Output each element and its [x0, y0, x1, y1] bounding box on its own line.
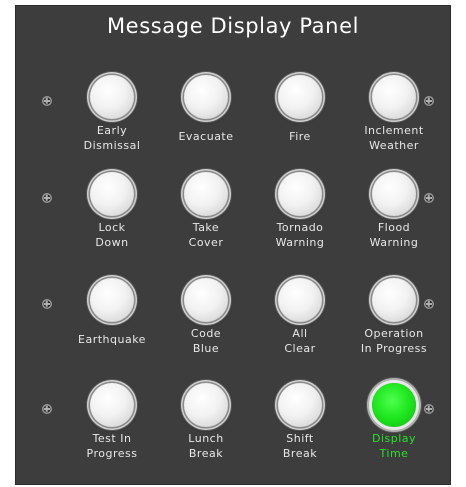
- inclement-weather-label-line: Weather: [369, 139, 419, 152]
- all-clear-label: All Clear: [250, 326, 350, 356]
- fire-label-line: Fire: [289, 130, 311, 143]
- lock-down-button[interactable]: [90, 172, 134, 216]
- test-in-progress-label-line: Progress: [86, 447, 138, 460]
- test-in-progress-label-line: Test In: [92, 432, 132, 445]
- message-cell-earthquake: Earthquake: [62, 278, 162, 378]
- shift-break-label-line: Break: [282, 447, 318, 460]
- all-clear-label-line: Clear: [284, 342, 316, 355]
- earthquake-label: Earthquake: [62, 332, 162, 347]
- message-cell-code-blue: Code Blue: [156, 278, 256, 378]
- code-blue-label-line: Blue: [192, 342, 220, 355]
- test-in-progress-label: Test In Progress: [62, 431, 162, 461]
- shift-break-label-line: Shift: [286, 432, 314, 445]
- message-cell-inclement-weather: Inclement Weather: [344, 75, 444, 175]
- screw-icon: [42, 404, 52, 414]
- evacuate-label-line: Evacuate: [178, 130, 234, 143]
- message-cell-all-clear: All Clear: [250, 278, 350, 378]
- lunch-break-label: Lunch Break: [156, 431, 256, 461]
- tornado-warning-label: Tornado Warning: [250, 220, 350, 250]
- lunch-break-label-line: Lunch: [188, 432, 224, 445]
- screw-icon: [42, 299, 52, 309]
- early-dismissal-button[interactable]: [90, 75, 134, 119]
- screw-icon: [42, 193, 52, 203]
- early-dismissal-label-line: Early: [96, 124, 128, 137]
- operation-in-progress-label-line: In Progress: [360, 342, 428, 355]
- display-time-label-line: Time: [379, 447, 409, 460]
- flood-warning-label-line: Flood: [377, 221, 411, 234]
- tornado-warning-label-line: Tornado: [276, 221, 324, 234]
- screw-icon: [424, 299, 434, 309]
- message-cell-tornado-warning: Tornado Warning: [250, 172, 350, 272]
- shift-break-button[interactable]: [278, 383, 322, 427]
- take-cover-label-line: Cover: [188, 236, 224, 249]
- tornado-warning-label-line: Warning: [275, 236, 325, 249]
- test-in-progress-button[interactable]: [90, 383, 134, 427]
- screw-icon: [424, 193, 434, 203]
- display-time-button[interactable]: [372, 383, 416, 427]
- display-time-label: Display Time: [344, 431, 444, 461]
- earthquake-button[interactable]: [90, 278, 134, 322]
- inclement-weather-button[interactable]: [372, 75, 416, 119]
- flood-warning-button[interactable]: [372, 172, 416, 216]
- message-cell-fire: Fire: [250, 75, 350, 175]
- message-cell-early-dismissal: Early Dismissal: [62, 75, 162, 175]
- all-clear-button[interactable]: [278, 278, 322, 322]
- message-cell-take-cover: Take Cover: [156, 172, 256, 272]
- code-blue-label: Code Blue: [156, 326, 256, 356]
- message-cell-operation-in-progress: Operation In Progress: [344, 278, 444, 378]
- display-time-label-line: Display: [371, 432, 417, 445]
- early-dismissal-label-line: Dismissal: [83, 139, 141, 152]
- take-cover-label-line: Take: [192, 221, 220, 234]
- evacuate-label: Evacuate: [156, 129, 256, 144]
- message-cell-lock-down: Lock Down: [62, 172, 162, 272]
- screw-icon: [424, 96, 434, 106]
- fire-label: Fire: [250, 129, 350, 144]
- message-cell-display-time: Display Time: [344, 383, 444, 483]
- code-blue-label-line: Code: [190, 327, 222, 340]
- message-cell-flood-warning: Flood Warning: [344, 172, 444, 272]
- take-cover-button[interactable]: [184, 172, 228, 216]
- screw-icon: [424, 404, 434, 414]
- message-cell-shift-break: Shift Break: [250, 383, 350, 483]
- inclement-weather-label: Inclement Weather: [344, 123, 444, 153]
- tornado-warning-button[interactable]: [278, 172, 322, 216]
- fire-button[interactable]: [278, 75, 322, 119]
- inclement-weather-label-line: Inclement: [364, 124, 424, 137]
- screw-icon: [42, 96, 52, 106]
- message-display-panel: Message Display Panel Early Dismissal Evac…: [15, 5, 451, 485]
- message-cell-test-in-progress: Test In Progress: [62, 383, 162, 483]
- flood-warning-label-line: Warning: [369, 236, 419, 249]
- lunch-break-label-line: Break: [188, 447, 224, 460]
- shift-break-label: Shift Break: [250, 431, 350, 461]
- button-grid: Early Dismissal Evacuate Fire Inclement Weath…: [15, 5, 451, 485]
- early-dismissal-label: Early Dismissal: [62, 123, 162, 153]
- message-cell-evacuate: Evacuate: [156, 75, 256, 175]
- message-cell-lunch-break: Lunch Break: [156, 383, 256, 483]
- lock-down-label: Lock Down: [62, 220, 162, 250]
- flood-warning-label: Flood Warning: [344, 220, 444, 250]
- evacuate-button[interactable]: [184, 75, 228, 119]
- all-clear-label-line: All: [292, 327, 308, 340]
- operation-in-progress-button[interactable]: [372, 278, 416, 322]
- operation-in-progress-label-line: Operation: [364, 327, 424, 340]
- lock-down-label-line: Down: [95, 236, 129, 249]
- earthquake-label-line: Earthquake: [78, 333, 146, 346]
- lunch-break-button[interactable]: [184, 383, 228, 427]
- lock-down-label-line: Lock: [98, 221, 126, 234]
- code-blue-button[interactable]: [184, 278, 228, 322]
- take-cover-label: Take Cover: [156, 220, 256, 250]
- operation-in-progress-label: Operation In Progress: [344, 326, 444, 356]
